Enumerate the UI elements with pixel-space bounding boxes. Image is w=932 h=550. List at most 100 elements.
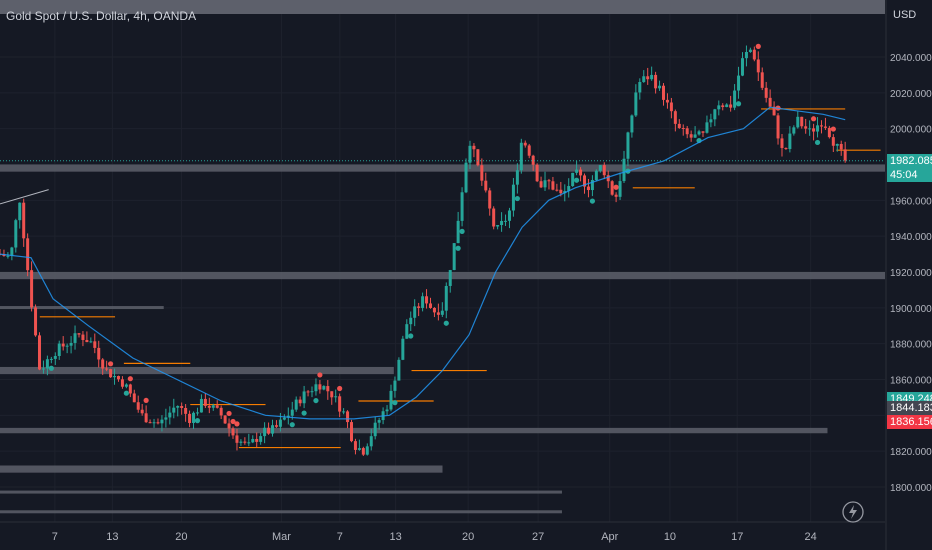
candle-up	[737, 75, 741, 91]
lightning-icon[interactable]	[838, 497, 868, 527]
candle-down	[116, 376, 120, 380]
y-tick-label: 1900.000	[890, 304, 932, 315]
candle-down	[330, 391, 334, 398]
candle-up	[369, 436, 373, 447]
candle-up	[176, 406, 180, 408]
signal-dot	[613, 184, 619, 190]
candle-up	[385, 409, 389, 412]
y-tick-label: 1860.000	[890, 376, 932, 387]
signal-dot	[337, 385, 343, 392]
candle-up	[310, 391, 314, 393]
chart-container[interactable]: 1800.0001820.0001840.0001860.0001880.000…	[0, 0, 932, 550]
y-tick-label: 1880.000	[890, 340, 932, 351]
price-tag-gray: 1844.183	[887, 400, 932, 415]
support-resistance-zone	[0, 427, 828, 434]
candle-down	[804, 126, 808, 129]
candle-down	[827, 127, 831, 138]
y-tick-label: 1920.000	[890, 268, 932, 279]
candle-down	[235, 435, 239, 443]
candle-down	[144, 413, 148, 423]
candle-down	[428, 303, 432, 308]
candle-up	[713, 109, 717, 120]
candle-up	[460, 192, 464, 221]
candle-up	[294, 399, 298, 410]
candle-up	[634, 92, 638, 116]
signal-dot	[107, 361, 114, 367]
candle-down	[353, 441, 357, 450]
signal-dot	[589, 198, 596, 204]
candle-down	[610, 181, 614, 195]
candle-down	[484, 180, 488, 191]
candle-down	[417, 306, 421, 308]
candle-up	[389, 390, 393, 410]
candle-up	[658, 85, 662, 89]
candle-up	[271, 425, 275, 434]
x-tick-label: 20	[462, 531, 474, 543]
signal-dot	[301, 410, 307, 416]
candle-down	[227, 423, 231, 429]
signal-dot	[123, 390, 129, 396]
trend-line	[0, 189, 49, 205]
candle-up	[626, 132, 630, 159]
candle-down	[120, 379, 124, 387]
candle-down	[768, 97, 772, 107]
candle-up	[89, 341, 93, 343]
candle-down	[539, 181, 543, 188]
candle-down	[436, 312, 440, 315]
candle-down	[523, 142, 527, 146]
candle-down	[361, 448, 365, 455]
candle-up	[456, 220, 460, 244]
candle-down	[547, 180, 551, 182]
candle-down	[662, 85, 666, 100]
x-tick-label: 13	[106, 531, 118, 543]
candle-up	[744, 51, 748, 59]
candle-up	[792, 127, 796, 134]
candle-down	[752, 49, 756, 60]
candle-up	[211, 405, 215, 408]
symbol-title: Gold Spot / U.S. Dollar, 4h, OANDA	[6, 9, 197, 23]
candle-up	[10, 247, 14, 256]
candle-down	[105, 368, 109, 370]
candle-up	[168, 412, 172, 418]
candle-up	[172, 407, 176, 413]
candle-up	[199, 398, 203, 413]
candle-up	[377, 420, 381, 423]
candle-up	[57, 343, 61, 357]
candle-up	[247, 442, 251, 444]
candle-down	[109, 369, 113, 378]
candle-up	[511, 184, 515, 211]
candle-down	[721, 105, 725, 108]
candle-down	[93, 341, 97, 348]
candlestick-chart[interactable]: 1800.0001820.0001840.0001860.0001880.000…	[0, 0, 932, 550]
signal-dot	[459, 228, 465, 234]
candle-up	[322, 386, 326, 390]
candle-up	[496, 225, 500, 227]
candle-up	[507, 210, 511, 221]
candle-down	[677, 123, 681, 129]
candle-up	[73, 333, 77, 343]
candle-up	[239, 441, 243, 443]
candle-down	[148, 422, 152, 424]
candle-up	[618, 181, 622, 197]
last-price-tag: 1982.085 45:04	[887, 153, 932, 182]
candle-down	[180, 406, 184, 408]
y-tick-label: 2040.000	[890, 53, 932, 64]
y-tick-label: 2020.000	[890, 89, 932, 100]
candle-up	[693, 134, 697, 138]
support-resistance-zone	[0, 306, 164, 310]
candle-up	[638, 82, 642, 93]
candle-up	[192, 412, 196, 423]
candle-down	[780, 138, 784, 148]
candle-down	[338, 396, 342, 412]
candle-up	[65, 345, 69, 347]
candle-down	[812, 128, 816, 132]
candle-up	[334, 396, 338, 398]
support-resistance-zone	[0, 510, 562, 514]
candle-down	[203, 398, 207, 406]
candle-down	[823, 126, 827, 128]
candle-up	[717, 105, 721, 110]
currency-label: USD	[893, 9, 917, 21]
candle-down	[843, 149, 847, 161]
candle-down	[243, 441, 247, 443]
candle-down	[527, 145, 531, 156]
